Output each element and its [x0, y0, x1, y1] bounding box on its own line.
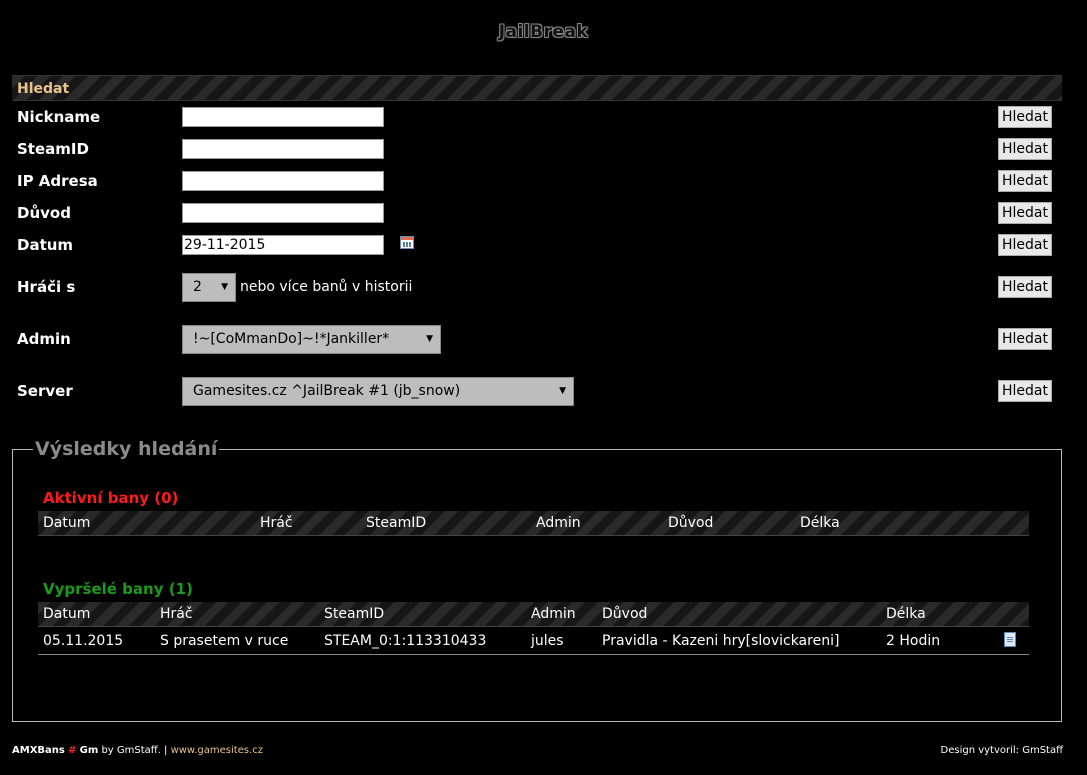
search-header-label: Hledat: [17, 81, 70, 97]
admin-select[interactable]: !~[CoMmanDo]~!*Jankiller* ▼: [182, 325, 441, 354]
search-reason-button[interactable]: Hledat: [998, 202, 1052, 224]
column-header[interactable]: Datum: [43, 606, 90, 622]
footer-gm: Gm: [79, 745, 99, 756]
ban-admin: jules: [531, 633, 564, 649]
nickname-input[interactable]: [182, 107, 384, 127]
search-ip-button[interactable]: Hledat: [998, 170, 1052, 192]
search-date-button[interactable]: Hledat: [998, 234, 1052, 256]
ip-input[interactable]: [182, 171, 384, 191]
steamid-label: SteamID: [17, 140, 89, 158]
calendar-icon[interactable]: [400, 236, 414, 249]
steamid-input[interactable]: [182, 139, 384, 159]
search-server-button[interactable]: Hledat: [998, 380, 1052, 402]
ban-count-value: 2: [193, 279, 202, 295]
column-header[interactable]: Důvod: [668, 515, 713, 531]
column-header[interactable]: Admin: [531, 606, 576, 622]
active-bans-header: Datum Hráč SteamID Admin Důvod Délka: [38, 511, 1029, 536]
server-select[interactable]: Gamesites.cz ^JailBreak #1 (jb_snow) ▼: [182, 377, 574, 406]
expired-bans-header: Datum Hráč SteamID Admin Důvod Délka: [38, 602, 1029, 627]
server-label: Server: [17, 382, 73, 400]
table-row[interactable]: 05.11.2015 S prasetem v ruce STEAM_0:1:1…: [38, 629, 1029, 655]
column-header[interactable]: Hráč: [160, 606, 193, 622]
active-bans-title: Aktivní bany (0): [43, 489, 179, 507]
expired-bans-title: Vypršelé bany (1): [43, 580, 193, 598]
nickname-label: Nickname: [17, 108, 101, 126]
search-steamid-button[interactable]: Hledat: [998, 138, 1052, 160]
chevron-down-icon: ▼: [221, 282, 228, 292]
ban-date: 05.11.2015: [43, 633, 124, 649]
footer-brand: AMXBans: [12, 745, 65, 756]
ip-label: IP Adresa: [17, 172, 98, 190]
column-header[interactable]: Délka: [886, 606, 926, 622]
reason-input[interactable]: [182, 203, 384, 223]
ban-count-select[interactable]: 2 ▼: [182, 273, 236, 302]
column-header[interactable]: Admin: [536, 515, 581, 531]
column-header[interactable]: SteamID: [366, 515, 426, 531]
chevron-down-icon: ▼: [426, 334, 433, 344]
ban-player: S prasetem v ruce: [160, 633, 289, 649]
search-nickname-button[interactable]: Hledat: [998, 106, 1052, 128]
server-select-value: Gamesites.cz ^JailBreak #1 (jb_snow): [193, 383, 461, 399]
document-icon[interactable]: [1004, 632, 1016, 647]
column-header[interactable]: SteamID: [324, 606, 384, 622]
results-legend: Výsledky hledání: [33, 438, 220, 460]
column-header[interactable]: Hráč: [260, 515, 293, 531]
date-input[interactable]: [182, 235, 384, 255]
footer-hash: #: [68, 745, 77, 756]
ban-reason: Pravidla - Kazeni hry[slovickareni]: [602, 633, 840, 649]
search-players-button[interactable]: Hledat: [998, 276, 1052, 298]
chevron-down-icon: ▼: [559, 386, 566, 396]
ban-length: 2 Hodin: [886, 633, 941, 649]
column-header[interactable]: Důvod: [602, 606, 647, 622]
reason-label: Důvod: [17, 204, 71, 222]
column-header[interactable]: Datum: [43, 515, 90, 531]
footer-design: Design vytvoril: GmStaff: [940, 745, 1064, 756]
admin-label: Admin: [17, 330, 71, 348]
column-header[interactable]: Délka: [800, 515, 840, 531]
admin-select-value: !~[CoMmanDo]~!*Jankiller*: [193, 331, 390, 347]
footer-credits: AMXBans # Gm by GmStaff. | www.gamesites…: [12, 745, 263, 756]
date-label: Datum: [17, 236, 74, 254]
search-admin-button[interactable]: Hledat: [998, 328, 1052, 350]
site-title: JailBreak: [498, 22, 589, 42]
footer-link[interactable]: www.gamesites.cz: [171, 745, 263, 756]
players-label: Hráči s: [17, 278, 76, 296]
ban-steamid: STEAM_0:1:113310433: [324, 633, 487, 649]
search-header: Hledat: [12, 75, 1062, 101]
ban-history-text: nebo více banů v historii: [240, 279, 413, 295]
footer-by: by GmStaff. |: [101, 745, 168, 756]
